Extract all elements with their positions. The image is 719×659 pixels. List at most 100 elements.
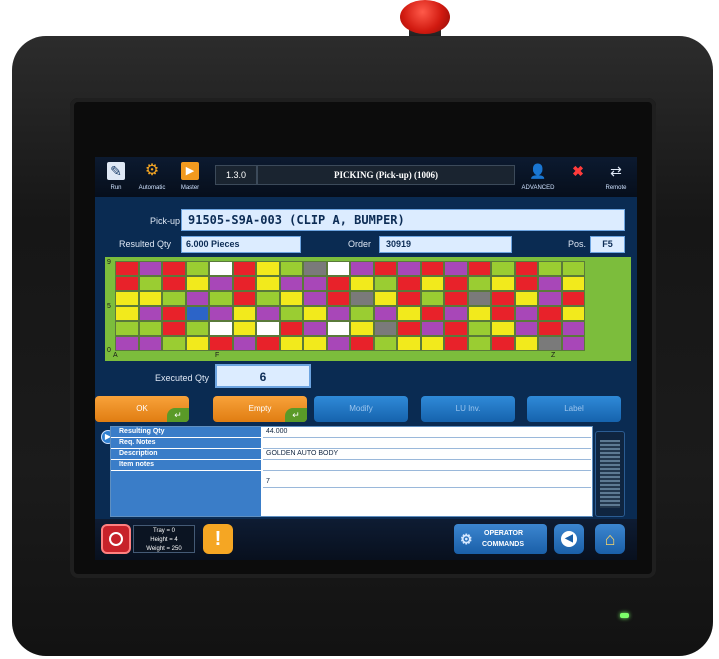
grid-cell[interactable]: [303, 321, 327, 336]
grid-cell[interactable]: [256, 276, 280, 291]
grid-cell[interactable]: [514, 276, 538, 291]
info-scrollbar[interactable]: [595, 431, 625, 517]
modify-button[interactable]: Modify: [314, 396, 408, 422]
grid-cell[interactable]: [491, 261, 515, 276]
home-icon[interactable]: ⌂: [595, 524, 625, 554]
grid-cell[interactable]: [491, 276, 515, 291]
grid-cell[interactable]: [279, 261, 303, 276]
grid-cell[interactable]: [209, 291, 233, 306]
grid-cell[interactable]: [491, 291, 515, 306]
grid-cell[interactable]: [397, 276, 421, 291]
grid-cell[interactable]: [162, 276, 186, 291]
grid-cell[interactable]: [232, 321, 256, 336]
grid-cell[interactable]: [326, 336, 350, 351]
grid-cell[interactable]: [373, 321, 397, 336]
grid-cell[interactable]: [444, 321, 468, 336]
grid-cell[interactable]: [491, 306, 515, 321]
grid-cell[interactable]: [279, 321, 303, 336]
grid-cell[interactable]: [115, 276, 139, 291]
grid-cell[interactable]: [350, 306, 374, 321]
grid-cell[interactable]: [444, 291, 468, 306]
grid-cell[interactable]: [209, 306, 233, 321]
grid-cell[interactable]: [303, 291, 327, 306]
grid-cell[interactable]: [444, 276, 468, 291]
grid-cell[interactable]: [115, 261, 139, 276]
grid-cell[interactable]: [185, 321, 209, 336]
grid-cell[interactable]: [561, 336, 585, 351]
grid-cell[interactable]: [185, 336, 209, 351]
grid-cell[interactable]: [397, 336, 421, 351]
grid-cell[interactable]: [538, 336, 562, 351]
grid-cell[interactable]: [279, 291, 303, 306]
grid-cell[interactable]: [303, 336, 327, 351]
grid-cell[interactable]: [420, 306, 444, 321]
grid-cell[interactable]: [162, 291, 186, 306]
grid-cell[interactable]: [162, 306, 186, 321]
grid-cell[interactable]: [138, 276, 162, 291]
grid-cell[interactable]: [538, 261, 562, 276]
grid-cell[interactable]: [138, 291, 162, 306]
grid-cell[interactable]: [420, 261, 444, 276]
stop-button[interactable]: [101, 524, 131, 554]
grid-cell[interactable]: [397, 261, 421, 276]
grid-cell[interactable]: [373, 291, 397, 306]
grid-cell[interactable]: [444, 336, 468, 351]
grid-cell[interactable]: [373, 276, 397, 291]
grid-cell[interactable]: [256, 291, 280, 306]
grid-cell[interactable]: [209, 321, 233, 336]
grid-cell[interactable]: [115, 336, 139, 351]
grid-cell[interactable]: [373, 336, 397, 351]
grid-cell[interactable]: [514, 336, 538, 351]
grid-cell[interactable]: [115, 306, 139, 321]
operator-commands-button[interactable]: ⚙ OPERATOR COMMANDS: [454, 524, 547, 554]
grid-cell[interactable]: [256, 321, 280, 336]
grid-cell[interactable]: [350, 276, 374, 291]
grid-cell[interactable]: [561, 306, 585, 321]
executed-qty-field[interactable]: 6: [215, 364, 311, 388]
grid-cell[interactable]: [420, 276, 444, 291]
grid-cell[interactable]: [209, 336, 233, 351]
grid-cell[interactable]: [467, 306, 491, 321]
grid-cell[interactable]: [303, 261, 327, 276]
grid-cell[interactable]: [326, 261, 350, 276]
grid-cell[interactable]: [491, 336, 515, 351]
grid-cell[interactable]: [420, 336, 444, 351]
remote-button[interactable]: ⇄ Remote: [599, 160, 633, 194]
grid-cell[interactable]: [138, 336, 162, 351]
grid-cell[interactable]: [256, 306, 280, 321]
grid-cell[interactable]: [444, 261, 468, 276]
run-button[interactable]: ✎ Run: [99, 160, 133, 194]
grid-cell[interactable]: [514, 321, 538, 336]
grid-cell[interactable]: [467, 336, 491, 351]
master-button[interactable]: ▶ Master: [173, 160, 207, 194]
grid-cell[interactable]: [185, 291, 209, 306]
grid-cell[interactable]: [514, 306, 538, 321]
grid-cell[interactable]: [232, 336, 256, 351]
grid-cell[interactable]: [326, 321, 350, 336]
ok-button[interactable]: OK ↵: [95, 396, 189, 422]
grid-cell[interactable]: [185, 306, 209, 321]
grid-cell[interactable]: [514, 291, 538, 306]
grid-cell[interactable]: [162, 336, 186, 351]
grid-cell[interactable]: [185, 261, 209, 276]
grid-cell[interactable]: [397, 321, 421, 336]
grid-cell[interactable]: [538, 321, 562, 336]
grid-cell[interactable]: [373, 261, 397, 276]
grid-cell[interactable]: [491, 321, 515, 336]
grid-cell[interactable]: [397, 306, 421, 321]
grid-cell[interactable]: [279, 336, 303, 351]
grid-cell[interactable]: [514, 261, 538, 276]
grid-cell[interactable]: [397, 291, 421, 306]
grid-cell[interactable]: [350, 336, 374, 351]
grid-cell[interactable]: [115, 291, 139, 306]
grid-cell[interactable]: [326, 276, 350, 291]
advanced-button[interactable]: 👤 ADVANCED: [521, 160, 555, 194]
grid-cell[interactable]: [138, 321, 162, 336]
grid-cell[interactable]: [561, 321, 585, 336]
grid-cell[interactable]: [209, 261, 233, 276]
grid-cell[interactable]: [138, 306, 162, 321]
grid-cell[interactable]: [467, 276, 491, 291]
grid-cell[interactable]: [232, 291, 256, 306]
grid-cell[interactable]: [350, 261, 374, 276]
back-button[interactable]: ◀: [554, 524, 584, 554]
